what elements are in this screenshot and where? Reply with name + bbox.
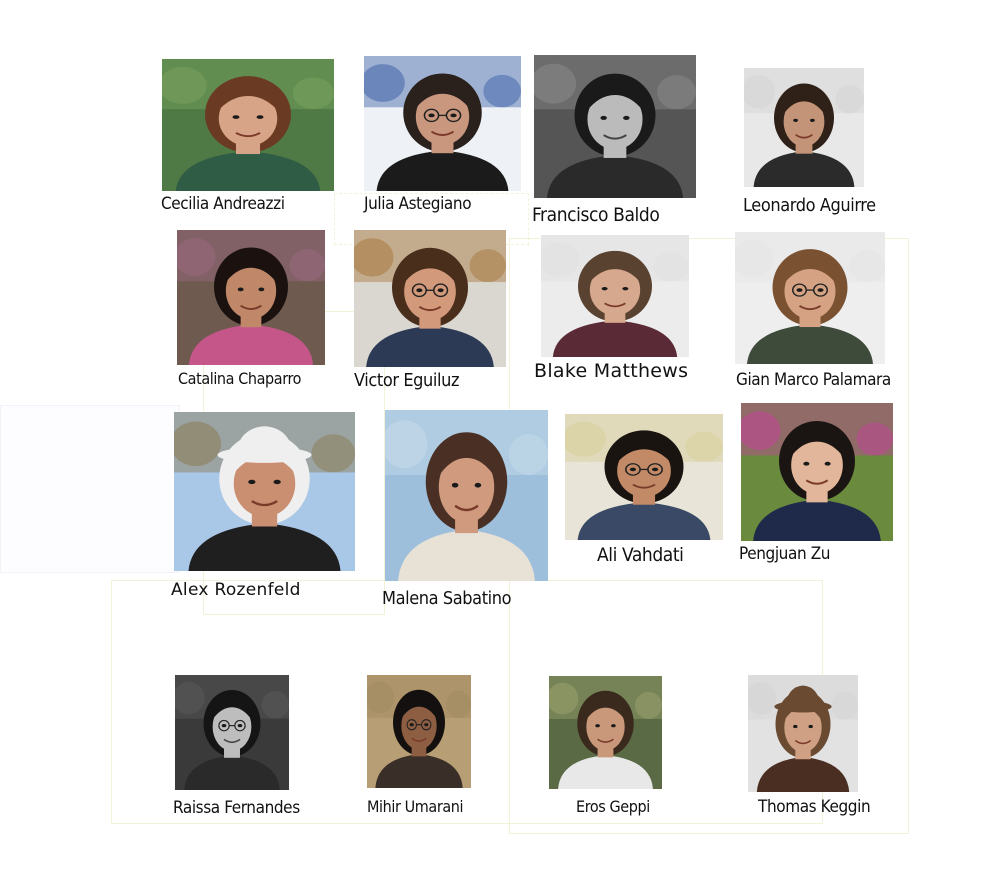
portrait-photo (354, 230, 506, 367)
portrait-photo (549, 676, 662, 789)
portrait-photo (162, 59, 334, 191)
bg-tint-panel (0, 405, 180, 573)
portrait-photo (744, 68, 864, 187)
person-name: Catalina Chaparro (178, 369, 302, 388)
person-name: Raissa Fernandes (173, 798, 300, 818)
portrait-photo (174, 412, 355, 571)
person-name: Ali Vahdati (597, 544, 684, 566)
portrait-photo (735, 232, 885, 364)
person-name: Pengjuan Zu (739, 544, 831, 564)
portrait-photo (177, 230, 325, 365)
person-name: Francisco Baldo (532, 204, 660, 226)
portrait-photo (541, 235, 689, 357)
person-name: Mihir Umarani (367, 797, 464, 816)
portrait-photo (385, 410, 548, 581)
portrait-photo (367, 675, 471, 788)
portrait-photo (534, 55, 696, 198)
person-name: Blake Matthews (534, 360, 689, 382)
person-name: Julia Astegiano (364, 194, 472, 214)
portrait-photo (364, 56, 521, 191)
person-name: Eros Geppi (576, 797, 650, 816)
person-name: Leonardo Aguirre (743, 195, 876, 216)
portrait-photo (748, 675, 858, 792)
person-name: Malena Sabatino (382, 588, 512, 609)
person-name: Gian Marco Palamara (736, 370, 891, 390)
person-name: Thomas Keggin (758, 797, 871, 817)
person-name: Victor Eguiluz (354, 370, 460, 391)
person-name: Cecilia Andreazzi (161, 194, 285, 214)
person-name: Alex Rozenfeld (171, 580, 301, 600)
portrait-photo (741, 403, 893, 541)
portrait-photo (175, 675, 289, 790)
portrait-photo (565, 414, 723, 540)
